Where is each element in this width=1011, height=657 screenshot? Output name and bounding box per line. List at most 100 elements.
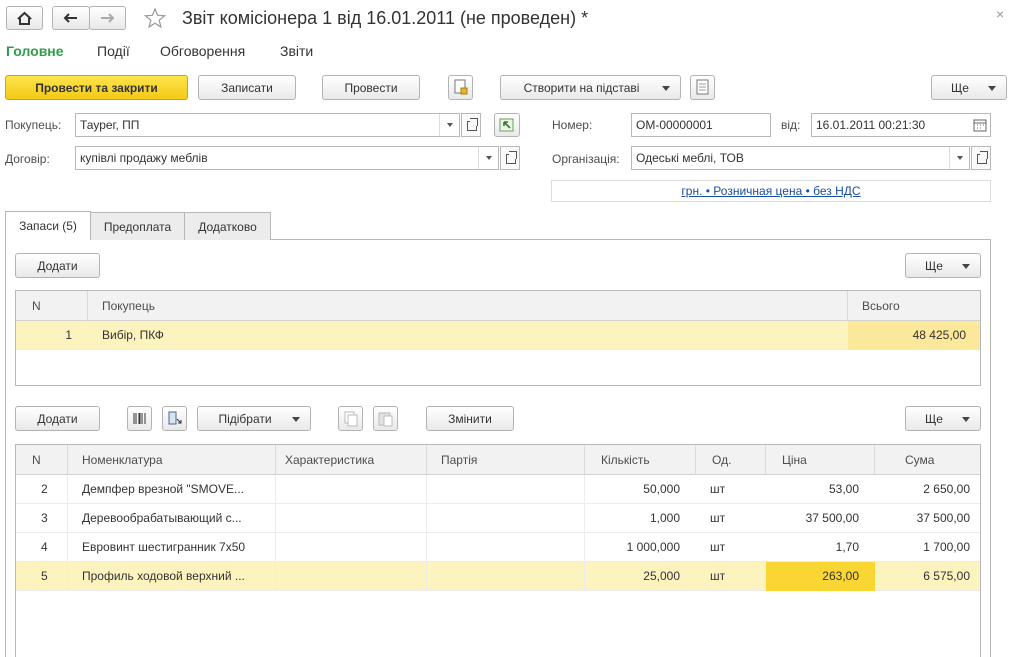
tab-additional[interactable]: Додатково — [184, 212, 271, 240]
row-quantity: 1 000,000 — [626, 540, 680, 554]
home-icon — [17, 11, 32, 25]
change-button[interactable]: Змінити — [426, 406, 514, 431]
arrow-right-icon — [101, 13, 115, 23]
buyer-field[interactable]: Таурег, ПП — [75, 113, 460, 137]
date-value: 16.01.2011 00:21:30 — [816, 118, 926, 132]
upper-add-button[interactable]: Додати — [15, 253, 100, 278]
price-settings-link[interactable]: грн. • Розничная цена • без НДС — [551, 184, 991, 198]
post-and-close-button[interactable]: Провести та закрити — [5, 75, 188, 100]
tab-prepayment[interactable]: Предоплата — [90, 212, 185, 240]
contract-field[interactable]: купівлі продажу меблів — [75, 146, 499, 170]
row-nomenclature: Профиль ходовой верхний ... — [68, 562, 276, 591]
nav-tab-events[interactable]: Події — [97, 43, 130, 59]
nav-tab-main[interactable]: Головне — [6, 43, 64, 59]
nav-tab-reports[interactable]: Звіти — [280, 43, 313, 59]
create-based-on-label: Створити на підставі — [523, 80, 640, 95]
table-row[interactable]: 1 Вибір, ПКФ 48 425,00 — [16, 321, 980, 350]
pick-button[interactable]: Підібрати — [197, 406, 311, 431]
more-button[interactable]: Ще — [931, 75, 1007, 100]
tab-stock-label: Запаси (5) — [19, 219, 77, 233]
table-row[interactable]: 4 Евровинт шестигранник 7х50 1 000,000 ш… — [16, 533, 980, 562]
contract-open-button[interactable] — [500, 146, 520, 170]
paste-icon — [378, 412, 393, 427]
row-n: 5 — [16, 562, 68, 591]
row-characteristic — [276, 533, 427, 562]
date-field[interactable]: 16.01.2011 00:21:30 — [811, 113, 991, 137]
upper-add-label: Додати — [37, 258, 78, 273]
number-value: ОМ-00000001 — [636, 118, 713, 132]
row-batch — [427, 562, 585, 591]
chevron-down-icon[interactable] — [949, 147, 969, 169]
row-sum: 6 575,00 — [923, 569, 970, 583]
table-row[interactable]: 2 Демпфер врезной "SMOVE... 50,000 шт 53… — [16, 475, 980, 504]
lower-more-label: Ще — [925, 411, 943, 426]
row-n: 2 — [16, 475, 68, 504]
column-header-characteristic[interactable]: Характеристика — [276, 445, 427, 475]
chevron-down-icon[interactable] — [478, 147, 498, 169]
row-batch — [427, 475, 585, 504]
column-header-nomenclature[interactable]: Номенклатура — [68, 445, 276, 475]
row-price: 53,00 — [828, 482, 859, 496]
close-icon[interactable]: × — [996, 6, 1004, 22]
row-unit: шт — [710, 569, 726, 583]
back-button[interactable] — [52, 6, 90, 30]
report-button[interactable] — [448, 75, 473, 100]
row-price: 37 500,00 — [805, 511, 859, 525]
contract-value: купівлі продажу меблів — [80, 151, 208, 165]
from-label: від: — [781, 118, 801, 132]
column-header-price[interactable]: Ціна — [766, 445, 875, 475]
row-unit: шт — [710, 511, 726, 525]
row-sum: 2 650,00 — [923, 482, 970, 496]
upper-more-label: Ще — [925, 258, 943, 273]
arrow-left-icon — [63, 13, 77, 23]
number-label: Номер: — [552, 118, 593, 132]
paste-button[interactable] — [373, 406, 398, 431]
column-header-n[interactable]: N — [16, 445, 68, 475]
chevron-down-icon[interactable] — [439, 114, 459, 136]
print-button[interactable] — [690, 75, 715, 100]
lower-add-button[interactable]: Додати — [15, 406, 100, 431]
buyer-history-button[interactable] — [494, 113, 520, 137]
row-n: 4 — [16, 533, 68, 562]
save-button[interactable]: Записати — [198, 75, 296, 100]
column-header-unit[interactable]: Од. — [696, 445, 766, 475]
row-nomenclature: Деревообрабатывающий с... — [68, 504, 276, 533]
column-header-n[interactable]: N — [16, 291, 88, 321]
number-field[interactable]: ОМ-00000001 — [631, 113, 771, 137]
change-label: Змінити — [448, 411, 492, 426]
barcode-button[interactable] — [127, 406, 152, 431]
buyer-open-button[interactable] — [461, 113, 481, 137]
row-quantity: 25,000 — [643, 569, 680, 583]
row-quantity: 50,000 — [643, 482, 680, 496]
row-batch — [427, 533, 585, 562]
favorite-star-icon[interactable] — [144, 7, 166, 29]
tab-stock[interactable]: Запаси (5) — [5, 211, 91, 240]
column-header-total[interactable]: Всього — [848, 291, 980, 321]
column-header-batch[interactable]: Партія — [427, 445, 585, 475]
lower-add-label: Додати — [37, 411, 78, 426]
column-header-quantity[interactable]: Кількість — [585, 445, 696, 475]
row-n: 3 — [16, 504, 68, 533]
organization-open-button[interactable] — [971, 146, 991, 170]
column-header-sum[interactable]: Сума — [875, 445, 980, 475]
copy-icon — [344, 411, 358, 427]
table-row[interactable]: 3 Деревообрабатывающий с... 1,000 шт 37 … — [16, 504, 980, 533]
row-price-active-cell[interactable]: 263,00 — [766, 562, 875, 591]
organization-field[interactable]: Одеські меблі, ТОВ — [631, 146, 970, 170]
calendar-icon[interactable] — [973, 118, 987, 132]
lower-more-button[interactable]: Ще — [905, 406, 981, 431]
data-collection-button[interactable] — [162, 406, 187, 431]
row-nomenclature: Евровинт шестигранник 7х50 — [68, 533, 276, 562]
table-row-selected[interactable]: 5 Профиль ходовой верхний ... 25,000 шт … — [16, 562, 980, 591]
forward-button[interactable] — [89, 6, 126, 30]
column-header-buyer[interactable]: Покупець — [88, 291, 848, 321]
nav-tab-discussion[interactable]: Обговорення — [160, 43, 245, 59]
copy-button[interactable] — [338, 406, 363, 431]
post-button[interactable]: Провести — [322, 75, 420, 100]
row-buyer: Вибір, ПКФ — [102, 328, 164, 342]
row-total: 48 425,00 — [848, 321, 980, 350]
upper-more-button[interactable]: Ще — [905, 253, 981, 278]
create-based-on-button[interactable]: Створити на підставі — [500, 75, 681, 100]
home-button[interactable] — [6, 6, 43, 30]
organization-label: Організація: — [552, 152, 620, 166]
